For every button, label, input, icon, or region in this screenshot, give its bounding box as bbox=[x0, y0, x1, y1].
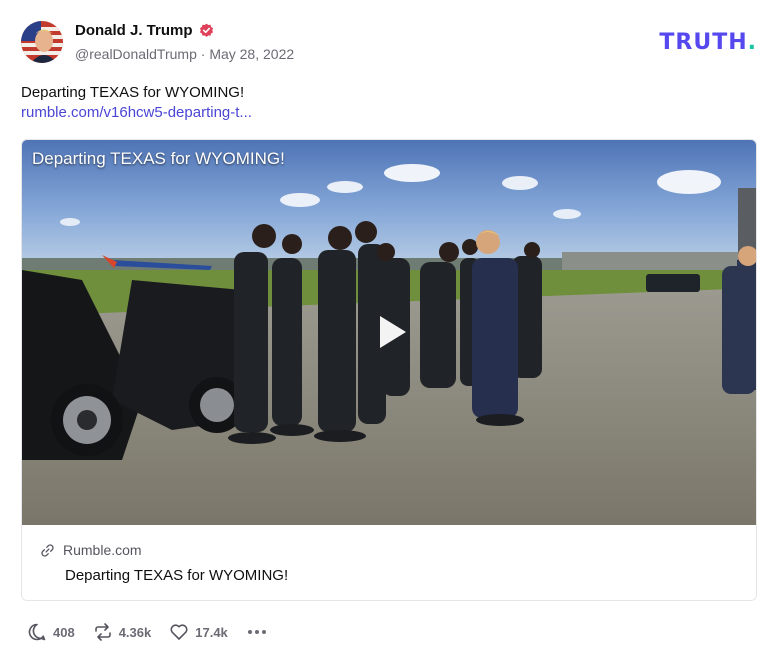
post-actions: 408 4.36k 17.4k bbox=[27, 621, 268, 643]
avatar[interactable] bbox=[21, 21, 63, 63]
video-overlay-title: Departing TEXAS for WYOMING! bbox=[32, 149, 285, 168]
more-dot bbox=[254, 630, 259, 634]
card-source-row: Rumble.com bbox=[40, 542, 142, 558]
avatar-image bbox=[21, 21, 63, 63]
card-meta: Rumble.com Departing TEXAS for WYOMING! bbox=[22, 525, 756, 600]
brand-dot: . bbox=[747, 30, 757, 55]
truth-social-logo[interactable]: TRUTH. bbox=[659, 30, 757, 55]
heart-icon bbox=[170, 624, 188, 640]
card-title[interactable]: Departing TEXAS for WYOMING! bbox=[65, 567, 288, 584]
brand-name: TRUTH bbox=[659, 30, 748, 55]
like-button[interactable]: 17.4k bbox=[169, 622, 228, 642]
author-display-name[interactable]: Donald J. Trump bbox=[75, 22, 193, 39]
reply-button[interactable]: 408 bbox=[27, 622, 75, 642]
verified-badge-icon bbox=[199, 23, 213, 37]
link-icon bbox=[41, 543, 54, 557]
retruth-count: 4.36k bbox=[118, 624, 152, 640]
retruth-button[interactable]: 4.36k bbox=[93, 622, 152, 642]
retruth-icon bbox=[94, 623, 111, 641]
post-text: Departing TEXAS for WYOMING! bbox=[21, 84, 245, 101]
author-handle[interactable]: @realDonaldTrump bbox=[75, 46, 197, 62]
more-icon[interactable] bbox=[246, 626, 268, 638]
link-preview-card[interactable]: Departing TEXAS for WYOMING! Rumble.com … bbox=[21, 139, 757, 601]
separator: · bbox=[200, 46, 206, 62]
more-dot bbox=[247, 630, 252, 634]
more-dot bbox=[261, 630, 266, 634]
author-name-row: Donald J. Trump bbox=[75, 22, 214, 39]
author-handle-row: @realDonaldTrump · May 28, 2022 bbox=[75, 46, 294, 62]
play-icon[interactable] bbox=[372, 312, 412, 352]
reply-icon bbox=[28, 623, 46, 641]
truth-post: Donald J. Trump @realDonaldTrump · May 2… bbox=[0, 0, 778, 663]
post-link[interactable]: rumble.com/v16hcw5-departing-t... bbox=[21, 104, 252, 121]
like-count: 17.4k bbox=[195, 624, 228, 640]
post-date[interactable]: May 28, 2022 bbox=[209, 46, 294, 62]
reply-count: 408 bbox=[53, 624, 75, 640]
video-thumbnail[interactable]: Departing TEXAS for WYOMING! bbox=[22, 140, 756, 525]
card-source: Rumble.com bbox=[63, 542, 142, 558]
